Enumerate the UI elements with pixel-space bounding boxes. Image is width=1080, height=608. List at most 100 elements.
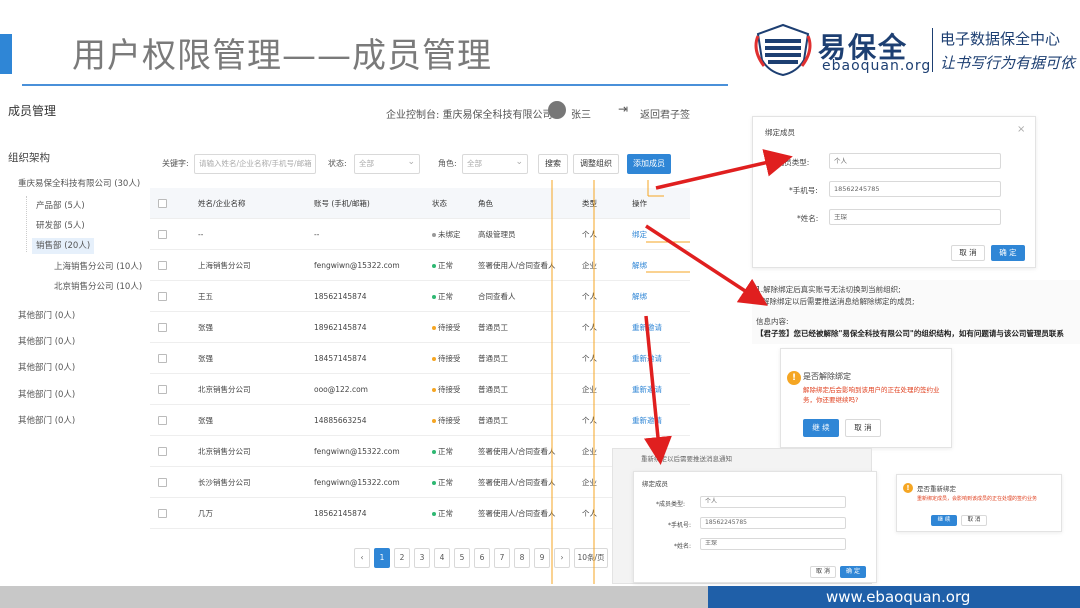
row-checkbox[interactable] <box>158 385 167 394</box>
page-button[interactable]: 7 <box>494 548 510 568</box>
org-item-shanghai[interactable]: 上海销售分公司 (10人) <box>54 259 142 275</box>
name-field[interactable]: 王琛 <box>829 209 1001 225</box>
row-action-link[interactable]: 解绑 <box>632 281 690 312</box>
page-button[interactable]: 8 <box>514 548 530 568</box>
org-item-rnd[interactable]: 研发部 (5人) <box>36 218 85 234</box>
avatar[interactable] <box>548 101 566 119</box>
member-type-label: *成员类型: <box>773 158 810 167</box>
row-action-link[interactable]: 重新邀请 <box>632 405 690 436</box>
page-button[interactable]: 2 <box>394 548 410 568</box>
row-checkbox[interactable] <box>158 292 167 301</box>
row-action-link[interactable]: 绑定 <box>632 219 690 250</box>
dialog-title: 是否解除绑定 <box>803 372 851 381</box>
phone-field[interactable]: 18562245785 <box>700 517 846 529</box>
row-checkbox[interactable] <box>158 478 167 487</box>
cancel-button[interactable]: 取 消 <box>810 566 836 578</box>
cell-role: 高级管理员 <box>478 230 516 239</box>
table-row: 北京销售分公司 ooo@122.com 待接受 普通员工 企业 重新邀请 <box>150 374 690 405</box>
row-checkbox[interactable] <box>158 323 167 332</box>
row-action-link[interactable]: 解绑 <box>632 250 690 281</box>
cancel-button[interactable]: 取 消 <box>961 515 987 526</box>
confirm-button[interactable]: 确 定 <box>840 566 866 578</box>
table-row: 几万 18562145874 正常 签署使用人/合同查看人 个人 <box>150 498 690 529</box>
org-item-other[interactable]: 其他部门 (0人) <box>18 360 75 376</box>
cell-account: 18562145874 <box>314 509 367 518</box>
row-action-link[interactable]: 重新邀请 <box>632 343 690 374</box>
org-item-product[interactable]: 产品部 (5人) <box>36 198 85 214</box>
cancel-button[interactable]: 取 消 <box>845 419 881 437</box>
cell-name: 北京销售分公司 <box>198 447 251 456</box>
next-page-button[interactable]: › <box>554 548 570 568</box>
cell-role: 普通员工 <box>478 354 508 363</box>
org-item-root[interactable]: 重庆易保全科技有限公司 (30人) <box>18 176 140 192</box>
column-header: 角色 <box>478 199 493 208</box>
table-row: 张强 18962145874 待接受 普通员工 个人 重新邀请 <box>150 312 690 343</box>
org-item-other[interactable]: 其他部门 (0人) <box>18 334 75 350</box>
column-header: 状态 <box>432 199 447 208</box>
table-row: 王五 18562145874 正常 合同查看人 个人 解绑 <box>150 281 690 312</box>
status-dot <box>432 481 436 485</box>
cell-type: 个人 <box>582 230 597 239</box>
member-type-select[interactable]: 个人 <box>700 496 846 508</box>
cancel-button[interactable]: 取 消 <box>951 245 985 261</box>
continue-button[interactable]: 继 续 <box>931 515 957 526</box>
status-badge: 未绑定 <box>432 219 461 250</box>
table-row: 长沙销售分公司 fengwiwn@15322.com 正常 签署使用人/合同查看人 企业 <box>150 467 690 498</box>
page-button[interactable]: 5 <box>454 548 470 568</box>
cell-name: 王五 <box>198 292 213 301</box>
status-text: 待接受 <box>438 416 461 425</box>
row-checkbox[interactable] <box>158 354 167 363</box>
member-table: 姓名/企业名称 账号 (手机/邮箱) 状态 角色 类型 操作 -- -- 未绑定 高级管理员 个人绑… <box>150 188 690 529</box>
cell-name: 上海销售分公司 <box>198 261 251 270</box>
phone-field[interactable]: 18562245785 <box>829 181 1001 197</box>
name-field[interactable]: 王琛 <box>700 538 846 550</box>
prev-page-button[interactable]: ‹ <box>354 548 370 568</box>
keyword-input[interactable]: 请输入姓名/企业名称/手机号/邮箱 <box>194 154 316 174</box>
row-checkbox[interactable] <box>158 416 167 425</box>
close-icon[interactable]: × <box>1017 124 1025 135</box>
add-member-button[interactable]: 添加成员 <box>627 154 671 174</box>
org-item-sales[interactable]: 销售部 (20人) <box>32 238 95 254</box>
status-dot <box>432 512 436 516</box>
back-link[interactable]: 返回君子签 <box>640 106 690 121</box>
search-button[interactable]: 搜索 <box>538 154 568 174</box>
page-button[interactable]: 3 <box>414 548 430 568</box>
org-item-other[interactable]: 其他部门 (0人) <box>18 387 75 403</box>
org-item-beijing[interactable]: 北京销售分公司 (10人) <box>54 279 142 295</box>
status-dot <box>432 233 436 237</box>
select-all-checkbox[interactable] <box>158 199 167 208</box>
status-select[interactable]: 全部 <box>354 154 420 174</box>
cell-type: 个人 <box>582 416 597 425</box>
filter-bar: 关键字: 请输入姓名/企业名称/手机号/邮箱 状态: 全部 角色: 全部 搜索 … <box>150 150 690 178</box>
confirm-button[interactable]: 确 定 <box>991 245 1025 261</box>
row-action-link[interactable]: 重新邀请 <box>632 374 690 405</box>
row-action-link[interactable]: 重新邀请 <box>632 312 690 343</box>
adjust-org-button[interactable]: 调整组织 <box>573 154 619 174</box>
member-type-select[interactable]: 个人 <box>829 153 1001 169</box>
page-size-select[interactable]: 10条/页 <box>574 548 608 568</box>
page-button[interactable]: 4 <box>434 548 450 568</box>
org-item-other[interactable]: 其他部门 (0人) <box>18 413 75 429</box>
confirm-rebind-dialog: ! 是否重新绑定 重新绑定成员，会影响到该成员的正在处理的签约业务 继 续 取 … <box>896 474 1062 532</box>
cell-account: fengwiwn@15322.com <box>314 447 400 456</box>
cell-role: 普通员工 <box>478 385 508 394</box>
user-name[interactable]: 张三 <box>571 106 591 121</box>
confirm-unbind-dialog: ! 是否解除绑定 解除绑定后会影响到该用户的正在处理的签约业务，你还要继续吗? … <box>780 348 952 448</box>
row-checkbox[interactable] <box>158 230 167 239</box>
row-checkbox[interactable] <box>158 509 167 518</box>
continue-button[interactable]: 继 续 <box>803 419 839 437</box>
org-item-other[interactable]: 其他部门 (0人) <box>18 308 75 324</box>
notice-line: 1.解除绑定后真实账号无法切换到当前组织; <box>756 285 901 294</box>
status-dot <box>432 295 436 299</box>
page-button[interactable]: 1 <box>374 548 390 568</box>
role-select[interactable]: 全部 <box>462 154 528 174</box>
cell-account: 18562145874 <box>314 292 367 301</box>
row-checkbox[interactable] <box>158 261 167 270</box>
status-text: 正常 <box>438 478 453 487</box>
page-button[interactable]: 6 <box>474 548 490 568</box>
exit-icon[interactable]: ⇥ <box>618 102 628 116</box>
row-checkbox[interactable] <box>158 447 167 456</box>
page-button[interactable]: 9 <box>534 548 550 568</box>
cell-type: 个人 <box>582 323 597 332</box>
cell-name: 张强 <box>198 323 213 332</box>
